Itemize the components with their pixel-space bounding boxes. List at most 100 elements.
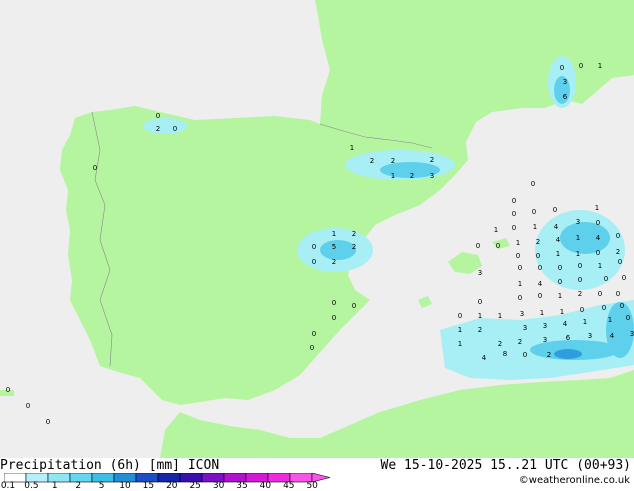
precip-algerian-heavy	[554, 349, 582, 359]
precip-value-label: 3	[543, 322, 547, 330]
precip-value-label: 0	[516, 252, 520, 260]
precip-value-label: 1	[540, 309, 544, 317]
map-title: Precipitation (6h) [mm] ICON	[0, 458, 220, 473]
precip-value-label: 0	[596, 219, 600, 227]
precip-value-label: 2	[616, 248, 620, 256]
precip-value-label: 4	[596, 234, 601, 242]
precip-value-label: 1	[598, 262, 602, 270]
precip-value-label: 0	[626, 314, 630, 322]
precip-value-label: 3	[520, 310, 524, 318]
precip-value-label: 0	[618, 258, 622, 266]
precip-value-label: 1	[518, 280, 522, 288]
precip-value-label: 0	[596, 249, 600, 257]
precip-value-label: 3	[430, 172, 434, 180]
precip-value-label: 0	[602, 304, 606, 312]
precip-value-label: 1	[608, 316, 612, 324]
precip-value-label: 0	[616, 290, 620, 298]
precip-value-label: 0	[312, 258, 316, 266]
precip-value-label: 2	[518, 338, 522, 346]
precip-value-label: 0	[312, 330, 316, 338]
precip-value-label: 0	[26, 402, 30, 410]
precip-value-label: 2	[370, 157, 374, 165]
precip-value-label: 0	[558, 278, 562, 286]
precip-value-label: 2	[352, 243, 356, 251]
precip-value-label: 0	[93, 164, 97, 172]
precip-value-label: 0	[518, 294, 522, 302]
precip-value-label: 0	[532, 208, 536, 216]
precip-value-label: 3	[576, 218, 580, 226]
precip-value-label: 4	[556, 236, 561, 244]
precip-value-label: 6	[566, 334, 571, 342]
precip-value-label: 6	[563, 93, 568, 101]
precip-value-label: 0	[458, 312, 462, 320]
precip-value-label: 2	[332, 258, 336, 266]
precip-value-label: 2	[352, 230, 356, 238]
precip-value-label: 0	[352, 302, 356, 310]
precip-value-label: 1	[494, 226, 498, 234]
precip-value-label: 2	[430, 156, 434, 164]
precip-value-label: 1	[350, 144, 354, 152]
precip-value-label: 1	[391, 172, 395, 180]
precip-value-label: 1	[595, 204, 599, 212]
precip-value-label: 2	[156, 125, 160, 133]
precip-value-label: 1	[498, 312, 502, 320]
precip-value-label: 5	[332, 243, 336, 251]
precip-value-label: 1	[583, 318, 587, 326]
precip-value-label: 0	[531, 180, 535, 188]
precip-galicia	[143, 118, 187, 134]
precip-value-label: 1	[556, 250, 560, 258]
precip-value-label: 0	[579, 62, 583, 70]
precip-value-label: 0	[604, 275, 608, 283]
precip-value-label: 1	[332, 230, 336, 238]
precip-value-label: 0	[560, 64, 564, 72]
precip-value-label: 3	[543, 336, 547, 344]
precip-value-label: 2	[478, 326, 482, 334]
precip-value-label: 1	[458, 340, 462, 348]
precip-value-label: 0	[616, 232, 620, 240]
precip-balearic-core	[560, 222, 610, 254]
precip-value-label: 4	[563, 320, 568, 328]
precip-value-label: 0	[553, 206, 557, 214]
precip-value-label: 3	[478, 269, 482, 277]
precip-valencia-core	[320, 240, 356, 260]
precip-value-label: 8	[503, 350, 507, 358]
precip-value-label: 1	[533, 223, 537, 231]
precip-value-label: 0	[518, 264, 522, 272]
precip-value-label: 3	[630, 330, 634, 338]
precip-value-label: 2	[498, 340, 502, 348]
precip-value-label: 0	[478, 298, 482, 306]
precip-value-label: 0	[598, 290, 602, 298]
precip-value-label: 4	[610, 332, 615, 340]
precip-value-label: 0	[332, 314, 336, 322]
precip-value-label: 3	[523, 324, 527, 332]
precip-value-label: 4	[538, 280, 543, 288]
precip-value-label: 1	[516, 239, 520, 247]
precip-value-label: 2	[578, 290, 582, 298]
precip-value-label: 0	[312, 243, 316, 251]
precip-value-label: 1	[478, 312, 482, 320]
precip-value-label: 2	[391, 157, 395, 165]
valid-time: We 15-10-2025 15..21 UTC (00+93)	[380, 458, 631, 473]
precip-value-label: 0	[512, 197, 516, 205]
precip-value-label: 0	[578, 276, 582, 284]
precip-value-label: 0	[578, 262, 582, 270]
precip-value-label: 1	[598, 62, 602, 70]
precip-value-label: 2	[410, 172, 414, 180]
precip-value-label: 4	[482, 354, 487, 362]
precip-value-label: 1	[560, 308, 564, 316]
precip-value-label: 0	[512, 224, 516, 232]
precipitation-map: 02 0012 2 21 2 30 0 1361 20 5 20 20 0000000 0 0 11 0 1 43 0…	[0, 0, 634, 458]
precip-value-label: 0	[332, 299, 336, 307]
precip-value-label: 1	[576, 234, 580, 242]
precip-value-label: 4	[554, 223, 559, 231]
precip-value-label: 3	[563, 78, 567, 86]
precip-value-label: 0	[580, 306, 584, 314]
precip-value-label: 0	[173, 125, 177, 133]
precip-value-label: 0	[6, 386, 10, 394]
precip-value-label: 0	[310, 344, 314, 352]
precip-value-label: 1	[558, 292, 562, 300]
precip-value-label: 0	[523, 351, 527, 359]
precip-value-label: 0	[156, 112, 160, 120]
precip-value-label: 0	[622, 274, 626, 282]
credit: ©weatheronline.co.uk	[518, 475, 630, 486]
